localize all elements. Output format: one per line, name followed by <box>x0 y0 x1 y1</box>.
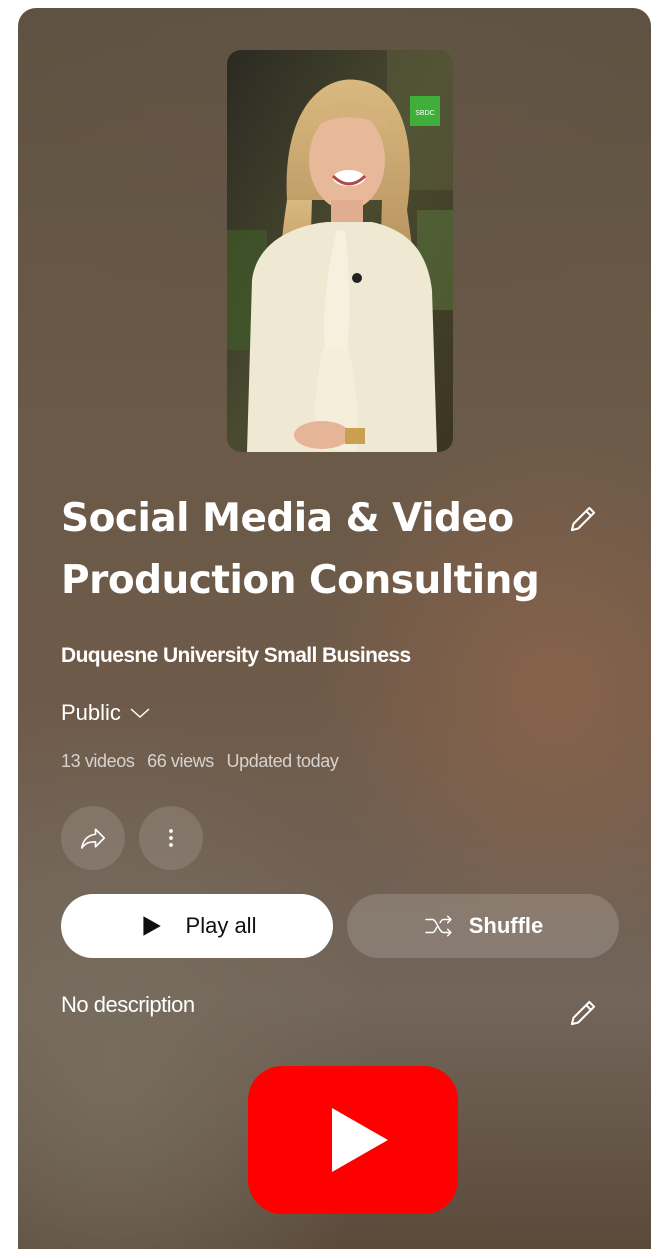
edit-description-button[interactable] <box>564 994 602 1032</box>
playlist-stats: 13 videos 66 views Updated today <box>61 751 346 772</box>
share-button[interactable] <box>61 806 125 870</box>
play-icon <box>142 916 161 936</box>
privacy-dropdown[interactable]: Public <box>61 700 151 726</box>
more-actions-button[interactable] <box>139 806 203 870</box>
play-all-button[interactable]: Play all <box>61 894 333 958</box>
pencil-icon <box>570 506 596 532</box>
edit-title-button[interactable] <box>564 500 602 538</box>
privacy-label: Public <box>61 700 121 725</box>
pencil-icon <box>570 1000 596 1026</box>
play-all-label: Play all <box>185 913 257 938</box>
playlist-header-panel: SBDC Social Media & Video Production Con… <box>18 8 651 1249</box>
playlist-description: No description <box>61 992 195 1017</box>
playlist-thumbnail[interactable]: SBDC <box>227 50 453 452</box>
updated-date: Updated today <box>226 751 339 771</box>
playlist-owner[interactable]: Duquesne University Small Business <box>61 644 411 668</box>
shuffle-button[interactable]: Shuffle <box>347 894 619 958</box>
chevron-down-icon <box>130 708 150 719</box>
share-icon <box>80 828 106 849</box>
more-vert-icon <box>169 829 173 847</box>
thumbnail-image: SBDC <box>227 50 453 452</box>
view-count: 66 views <box>147 751 214 771</box>
svg-text:SBDC: SBDC <box>415 110 434 117</box>
shuffle-label: Shuffle <box>468 913 544 938</box>
youtube-logo <box>248 1066 458 1214</box>
playlist-title: Social Media & Video Production Consulti… <box>61 496 540 603</box>
shuffle-icon <box>425 915 452 937</box>
video-count: 13 videos <box>61 751 135 771</box>
